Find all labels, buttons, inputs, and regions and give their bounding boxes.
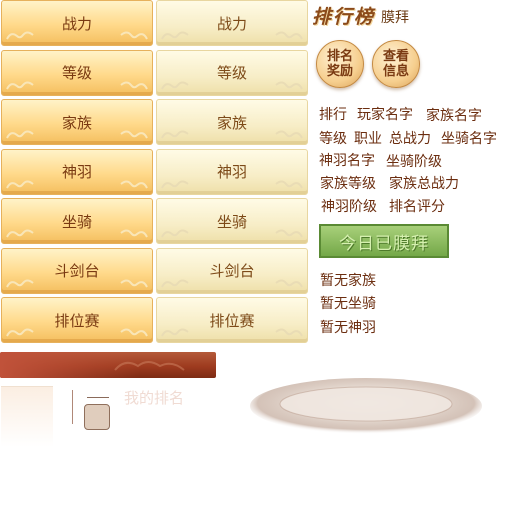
my-rank-label: 我的排名: [124, 389, 185, 407]
cloud-swirl-icon: [275, 180, 303, 188]
divider: [72, 390, 73, 424]
cloud-swirl-icon: [120, 31, 148, 40]
tab-left-ranked-match[interactable]: 排位赛: [1, 297, 153, 343]
header: 排行榜 膜拜: [312, 2, 409, 29]
view-info-label: 查看信息: [382, 49, 409, 79]
no-wing-text: 暂无神羽: [320, 320, 376, 336]
label-rank: 排行: [319, 107, 347, 123]
cloud-swirl-icon: [6, 279, 34, 287]
cloud-swirl-icon: [120, 180, 148, 188]
rank-reward-label: 排名奖励: [326, 49, 353, 79]
tab-label: 战力: [216, 14, 247, 33]
pedestal-plate-icon: [250, 378, 482, 434]
tab-label: 斗剑台: [54, 262, 100, 280]
tab-label: 神羽: [216, 163, 247, 181]
tab-left-arena[interactable]: 斗剑台: [1, 247, 153, 294]
tab-left-family[interactable]: 家族: [1, 99, 153, 145]
cloud-swirl-icon: [120, 229, 148, 238]
cloud-swirl-icon: [120, 130, 148, 139]
tab-label: 等级: [61, 64, 92, 82]
tab-right-arena[interactable]: 斗剑台: [156, 247, 308, 294]
cloud-swirl-icon: [6, 31, 34, 40]
cloud-swirl-icon: [161, 279, 189, 287]
label-level: 等级: [319, 131, 347, 147]
tab-left-mount[interactable]: 坐骑: [1, 198, 153, 244]
cloud-swirl-icon: [275, 31, 303, 40]
tab-right-ranked-match[interactable]: 排位赛: [156, 297, 308, 343]
label-wing-name: 神羽名字: [319, 153, 375, 169]
label-family-level: 家族等级: [320, 176, 376, 192]
label-family-total-power: 家族总战力: [389, 176, 459, 192]
rank-reward-button[interactable]: 排名奖励: [316, 40, 364, 88]
cloud-swirl-icon: [6, 130, 34, 139]
label-total-power: 总战力: [389, 131, 431, 147]
today-worshipped-button[interactable]: 今日已膜拜: [319, 224, 449, 258]
tab-label: 家族: [216, 113, 247, 132]
tab-right-family[interactable]: 家族: [156, 99, 308, 145]
cloud-swirl-icon: [275, 130, 303, 139]
page-title: 排行榜: [312, 6, 376, 28]
tab-column-left: 战力 等级 家族 神羽 坐骑 斗剑台 排位赛: [1, 0, 153, 347]
cloud-swirl-icon: [161, 81, 189, 89]
cloud-swirl-icon: [6, 81, 34, 89]
cloud-swirl-icon: [6, 328, 34, 337]
label-mount-name: 坐骑名字: [441, 131, 497, 147]
tab-right-level[interactable]: 等级: [156, 49, 308, 96]
cloud-swirl-icon: [120, 328, 148, 337]
cloud-ornament-icon: [114, 361, 185, 371]
cloud-swirl-icon: [161, 229, 189, 238]
cloud-swirl-icon: [6, 229, 34, 238]
cloud-swirl-icon: [6, 180, 34, 188]
tab-label: 神羽: [61, 163, 92, 181]
label-rank-score: 排名评分: [389, 199, 445, 215]
tab-label: 坐骑: [216, 212, 247, 231]
today-worshipped-label: 今日已膜拜: [339, 233, 429, 254]
tab-right-wing[interactable]: 神羽: [156, 148, 308, 195]
cloud-swirl-icon: [275, 279, 303, 287]
cloud-swirl-icon: [275, 328, 303, 337]
cloud-swirl-icon: [275, 81, 303, 89]
view-info-button[interactable]: 查看信息: [372, 40, 420, 88]
rank-panel: [1, 386, 53, 447]
cloud-swirl-icon: [120, 81, 148, 89]
label-player-name: 玩家名字: [357, 107, 413, 123]
cloud-swirl-icon: [161, 130, 189, 139]
cloud-swirl-icon: [161, 328, 189, 337]
tab-right-power[interactable]: 战力: [156, 0, 308, 46]
label-job: 职业: [354, 131, 382, 147]
tab-label: 坐骑: [61, 212, 92, 231]
label-family-name: 家族名字: [426, 108, 482, 124]
tab-label: 等级: [216, 64, 247, 82]
no-family-text: 暂无家族: [320, 273, 376, 289]
no-mount-text: 暂无坐骑: [320, 296, 376, 312]
red-header-bar: [0, 352, 216, 378]
tab-left-wing[interactable]: 神羽: [1, 148, 153, 195]
cloud-swirl-icon: [161, 180, 189, 188]
cloud-swirl-icon: [275, 229, 303, 238]
tab-left-power[interactable]: 战力: [1, 0, 153, 46]
label-wing-stage: 神羽阶级: [321, 199, 377, 215]
cloud-swirl-icon: [120, 279, 148, 287]
tab-label: 排位赛: [54, 311, 100, 330]
tab-left-level[interactable]: 等级: [1, 49, 153, 96]
label-mount-stage: 坐骑阶级: [386, 154, 442, 170]
tab-label: 斗剑台: [209, 262, 255, 280]
tab-label: 战力: [61, 14, 92, 33]
cloud-swirl-icon: [161, 31, 189, 40]
tab-column-right: 战力 等级 家族 神羽 坐骑 斗剑台 排位赛: [156, 0, 308, 347]
checkbox[interactable]: [84, 404, 110, 430]
tab-right-mount[interactable]: 坐骑: [156, 198, 308, 244]
tab-label: 排位赛: [209, 311, 255, 330]
page-subtitle: 膜拜: [381, 10, 410, 26]
tab-label: 家族: [61, 113, 92, 132]
divider: [87, 397, 109, 398]
